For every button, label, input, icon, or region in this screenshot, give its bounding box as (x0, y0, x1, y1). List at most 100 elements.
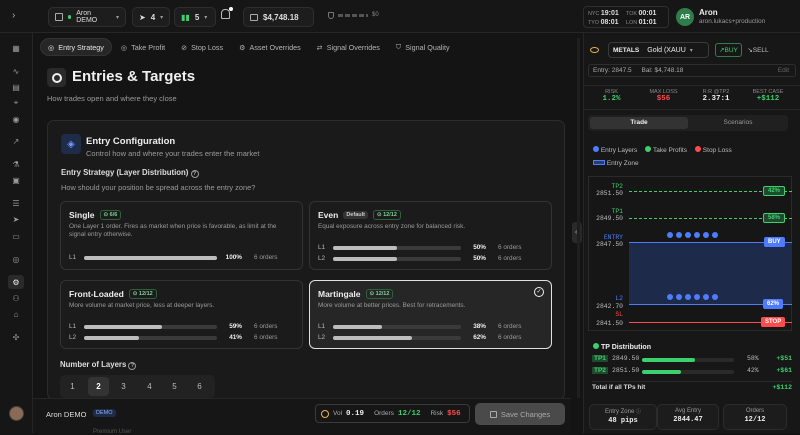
page-title: Entries & Targets (72, 68, 196, 85)
order-summary: Vol 0.19 Orders 12/12 Risk $56 (315, 404, 470, 423)
users-icon[interactable]: ⚇ (8, 291, 24, 305)
layer-count-5[interactable]: 5 (164, 377, 185, 396)
gear-icon[interactable]: ⚙ (8, 275, 24, 289)
l2-pct-tag: 62% (763, 299, 784, 309)
eye-icon[interactable] (590, 47, 599, 53)
promo-text: Premium User (93, 429, 132, 435)
legend-entry-layers: Entry Layers (593, 146, 637, 154)
tab-take-profit[interactable]: ◎ Take Profit (114, 38, 172, 56)
chevron-down-icon: ▾ (115, 14, 119, 21)
document-icon[interactable]: ▤ (8, 80, 24, 94)
left-sidebar: ▦ ∿ ▤ ⌖ ◉ ↗ ⚗ ▣ ☰ ➤ ▭ ◎ ⚙ ⚇ ⌂ ✣ (0, 33, 33, 433)
sell-button[interactable]: ↘ SELL (744, 43, 772, 57)
option-even[interactable]: Even Default ⊙ 12/12 Equal exposure across… (309, 201, 552, 270)
tab-stop-loss[interactable]: ⊘ Stop Loss (174, 38, 230, 56)
tab-entry-strategy[interactable]: ◎ Entry Strategy (40, 38, 112, 56)
signals-count: 4 (150, 12, 156, 22)
top-bar: › Aron DEMO ▾ ➤ 4 ▾ ▮▮ 5 ▾ $4,748.18 $0 … (0, 0, 800, 33)
clock-tyo: TYO 08:01 (588, 19, 619, 26)
option-name: Martingale (318, 289, 361, 299)
tp2-price: 2851.50 (596, 190, 623, 197)
tab-signal-quality[interactable]: ⛉ Signal Quality (389, 38, 457, 56)
category-badge: METALS (613, 46, 640, 54)
legend-stop-loss: Stop Loss (694, 146, 732, 154)
tp-distribution-title: TP Distribution (593, 343, 651, 351)
tag-icon[interactable]: ⌂ (8, 307, 24, 321)
buy-button[interactable]: ↗ BUY (715, 43, 742, 57)
clipboard-icon[interactable]: ▣ (8, 173, 24, 187)
chevron-right-icon[interactable]: › (12, 10, 15, 21)
layer-count-6[interactable]: 6 (189, 377, 210, 396)
option-front-loaded[interactable]: Front-Loaded ⊙ 12/12 More volume at marke… (60, 280, 303, 349)
layers-icon: ◈ (61, 134, 81, 154)
trend-icon[interactable]: ↗ (8, 134, 24, 148)
layer-row: L1 100% 6 orders (69, 254, 278, 261)
grid-icon[interactable]: ▦ (8, 41, 24, 55)
instrument-selector[interactable]: METALS Gold (XAUU ▾ (608, 42, 709, 58)
server-icon[interactable]: ☰ (8, 196, 24, 210)
entry-dots-l1 (667, 232, 718, 238)
edit-button[interactable]: Edit (778, 67, 789, 74)
entry-price: 2847.50 (596, 241, 623, 248)
chevron-down-icon: ▾ (204, 14, 208, 21)
metric-max-loss: MAX LOSS $56 (649, 89, 678, 103)
info-icon[interactable]: ? (128, 362, 137, 370)
balance-display[interactable]: $4,748.18 (243, 7, 314, 27)
layer-row: L1 38% 6 orders (318, 323, 522, 330)
balance: Bal: $4,748.18 (641, 67, 684, 74)
layer-count-1[interactable]: 1 (62, 377, 83, 396)
puzzle-icon[interactable]: ✣ (8, 330, 24, 344)
tab-scenarios[interactable]: Scenarios (690, 117, 786, 129)
price-ladder: TP2 2851.50 TP1 2849.50 ENTRY 2847.50 L2… (588, 176, 792, 331)
strategies-count: 5 (194, 12, 200, 22)
tab-asset-overrides[interactable]: ⚙ Asset Overrides (232, 38, 308, 56)
activity-icon[interactable]: ∿ (8, 64, 24, 78)
option-martingale[interactable]: Martingale ⊙ 12/12 ✓ More volume at bette… (309, 280, 552, 349)
tp-row: TP2 2851.50 42% +$61 (592, 367, 792, 374)
layer-row: L2 50% 6 orders (318, 255, 522, 262)
user-menu[interactable]: AR Aron aron.lukacs+production (676, 6, 794, 28)
chat-icon[interactable]: ▭ (8, 229, 24, 243)
info-icon[interactable]: ? (190, 170, 199, 178)
send-icon[interactable]: ➤ (8, 212, 24, 226)
tp-row: TP1 2849.50 58% +$51 (592, 355, 792, 362)
save-button[interactable]: Save Changes (475, 403, 565, 425)
option-name: Even (318, 210, 339, 220)
score-badge: ⊙ 12/12 (365, 289, 394, 299)
demo-badge: DEMO (93, 409, 116, 417)
balance-value: $4,748.18 (263, 12, 299, 22)
config-title: Entry Configuration (86, 136, 176, 147)
location-icon[interactable]: ⌖ (8, 96, 24, 110)
gear-icon: ⚙ (239, 42, 246, 52)
option-desc: More volume at better prices. Best for r… (318, 302, 466, 309)
stop-tag: STOP (761, 317, 786, 327)
compass-icon[interactable]: ◎ (8, 252, 24, 266)
target-icon (51, 72, 62, 83)
strategies-counter[interactable]: ▮▮ 5 ▾ (174, 7, 216, 27)
chevron-down-icon: ▾ (160, 14, 164, 21)
layer-count-3[interactable]: 3 (113, 377, 134, 396)
info-icon[interactable]: ⓘ (636, 409, 641, 415)
scrollbar[interactable] (577, 38, 580, 398)
entry-price: Entry: 2847.5 (593, 67, 632, 74)
layer-count-4[interactable]: 4 (139, 377, 160, 396)
layer-count-2[interactable]: 2 (88, 377, 109, 396)
broadcast-icon[interactable]: ◉ (8, 112, 24, 126)
score-badge: ⊙ 6/6 (99, 210, 122, 220)
avatar[interactable] (9, 406, 24, 421)
risk-meter (338, 14, 368, 17)
account-name: Aron DEMO (76, 10, 98, 24)
shield-icon (328, 12, 334, 19)
tab-signal-overrides[interactable]: ⇄ Signal Overrides (310, 38, 387, 56)
option-single[interactable]: Single ⊙ 6/6 One Layer 1 order. Fires as … (60, 201, 303, 270)
account-selector[interactable]: Aron DEMO ▾ (48, 7, 126, 27)
bell-icon[interactable] (221, 9, 230, 19)
tab-trade[interactable]: Trade (590, 117, 688, 129)
trade-panel: METALS Gold (XAUU ▾ ↗ BUY ↘ SELL Entry: 28… (583, 33, 800, 433)
signals-counter[interactable]: ➤ 4 ▾ (132, 7, 170, 27)
save-icon (489, 410, 497, 418)
clock-lon: LON 01:01 (626, 19, 657, 26)
flask-icon[interactable]: ⚗ (8, 157, 24, 171)
tp1-pct-tag: 58% (763, 213, 786, 223)
account-name: Aron DEMO (46, 410, 87, 419)
